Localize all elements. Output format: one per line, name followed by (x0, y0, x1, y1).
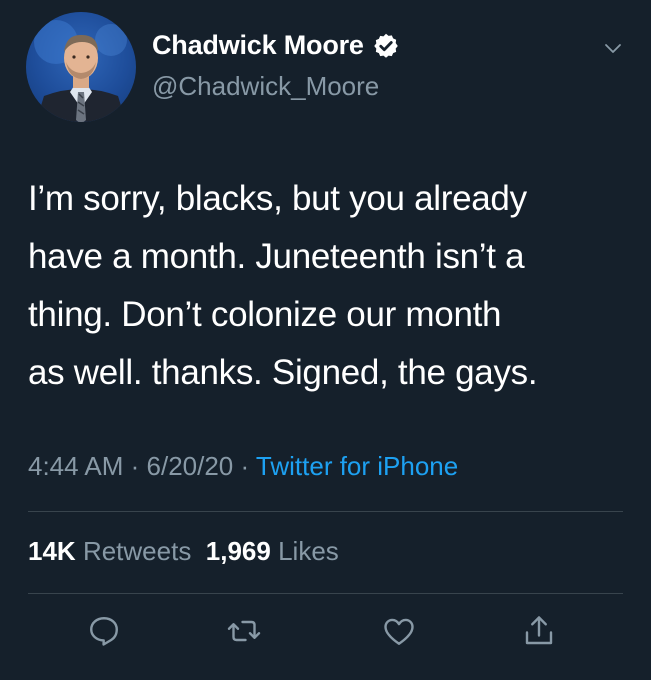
likes-stat[interactable]: 1,969 Likes (206, 536, 339, 566)
likes-count: 1,969 (205, 536, 271, 566)
tweet-text: I’m sorry, blacks, but you already have … (28, 179, 538, 392)
author-display-name[interactable]: Chadwick Moore (152, 30, 364, 61)
avatar[interactable] (26, 12, 136, 122)
chevron-down-icon[interactable] (601, 36, 625, 60)
likes-label: Likes (278, 536, 339, 566)
tweet-date: 6/20/20 (146, 451, 234, 481)
verified-badge-icon (372, 32, 400, 60)
retweets-label: Retweets (82, 536, 192, 566)
retweet-icon[interactable] (226, 613, 262, 649)
tweet-time: 4:44 AM (28, 451, 124, 481)
author-handle[interactable]: @Chadwick_Moore (152, 71, 379, 102)
share-icon[interactable] (521, 613, 557, 649)
like-icon[interactable] (381, 613, 417, 649)
divider (28, 593, 623, 594)
meta-separator: · (233, 451, 256, 481)
divider (28, 511, 623, 512)
tweet-meta: 4:44 AM · 6/20/20 · Twitter for iPhone (28, 451, 458, 482)
retweets-stat[interactable]: 14K Retweets (28, 536, 191, 566)
tweet-source-link[interactable]: Twitter for iPhone (256, 451, 458, 481)
retweets-count: 14K (28, 536, 76, 566)
reply-icon[interactable] (86, 613, 122, 649)
tweet-card: Chadwick Moore @Chadwick_Moore I’m sorry… (0, 0, 651, 680)
author-name-row: Chadwick Moore (152, 30, 400, 61)
meta-separator: · (123, 451, 147, 481)
tweet-stats: 14K Retweets 1,969 Likes (28, 536, 339, 567)
